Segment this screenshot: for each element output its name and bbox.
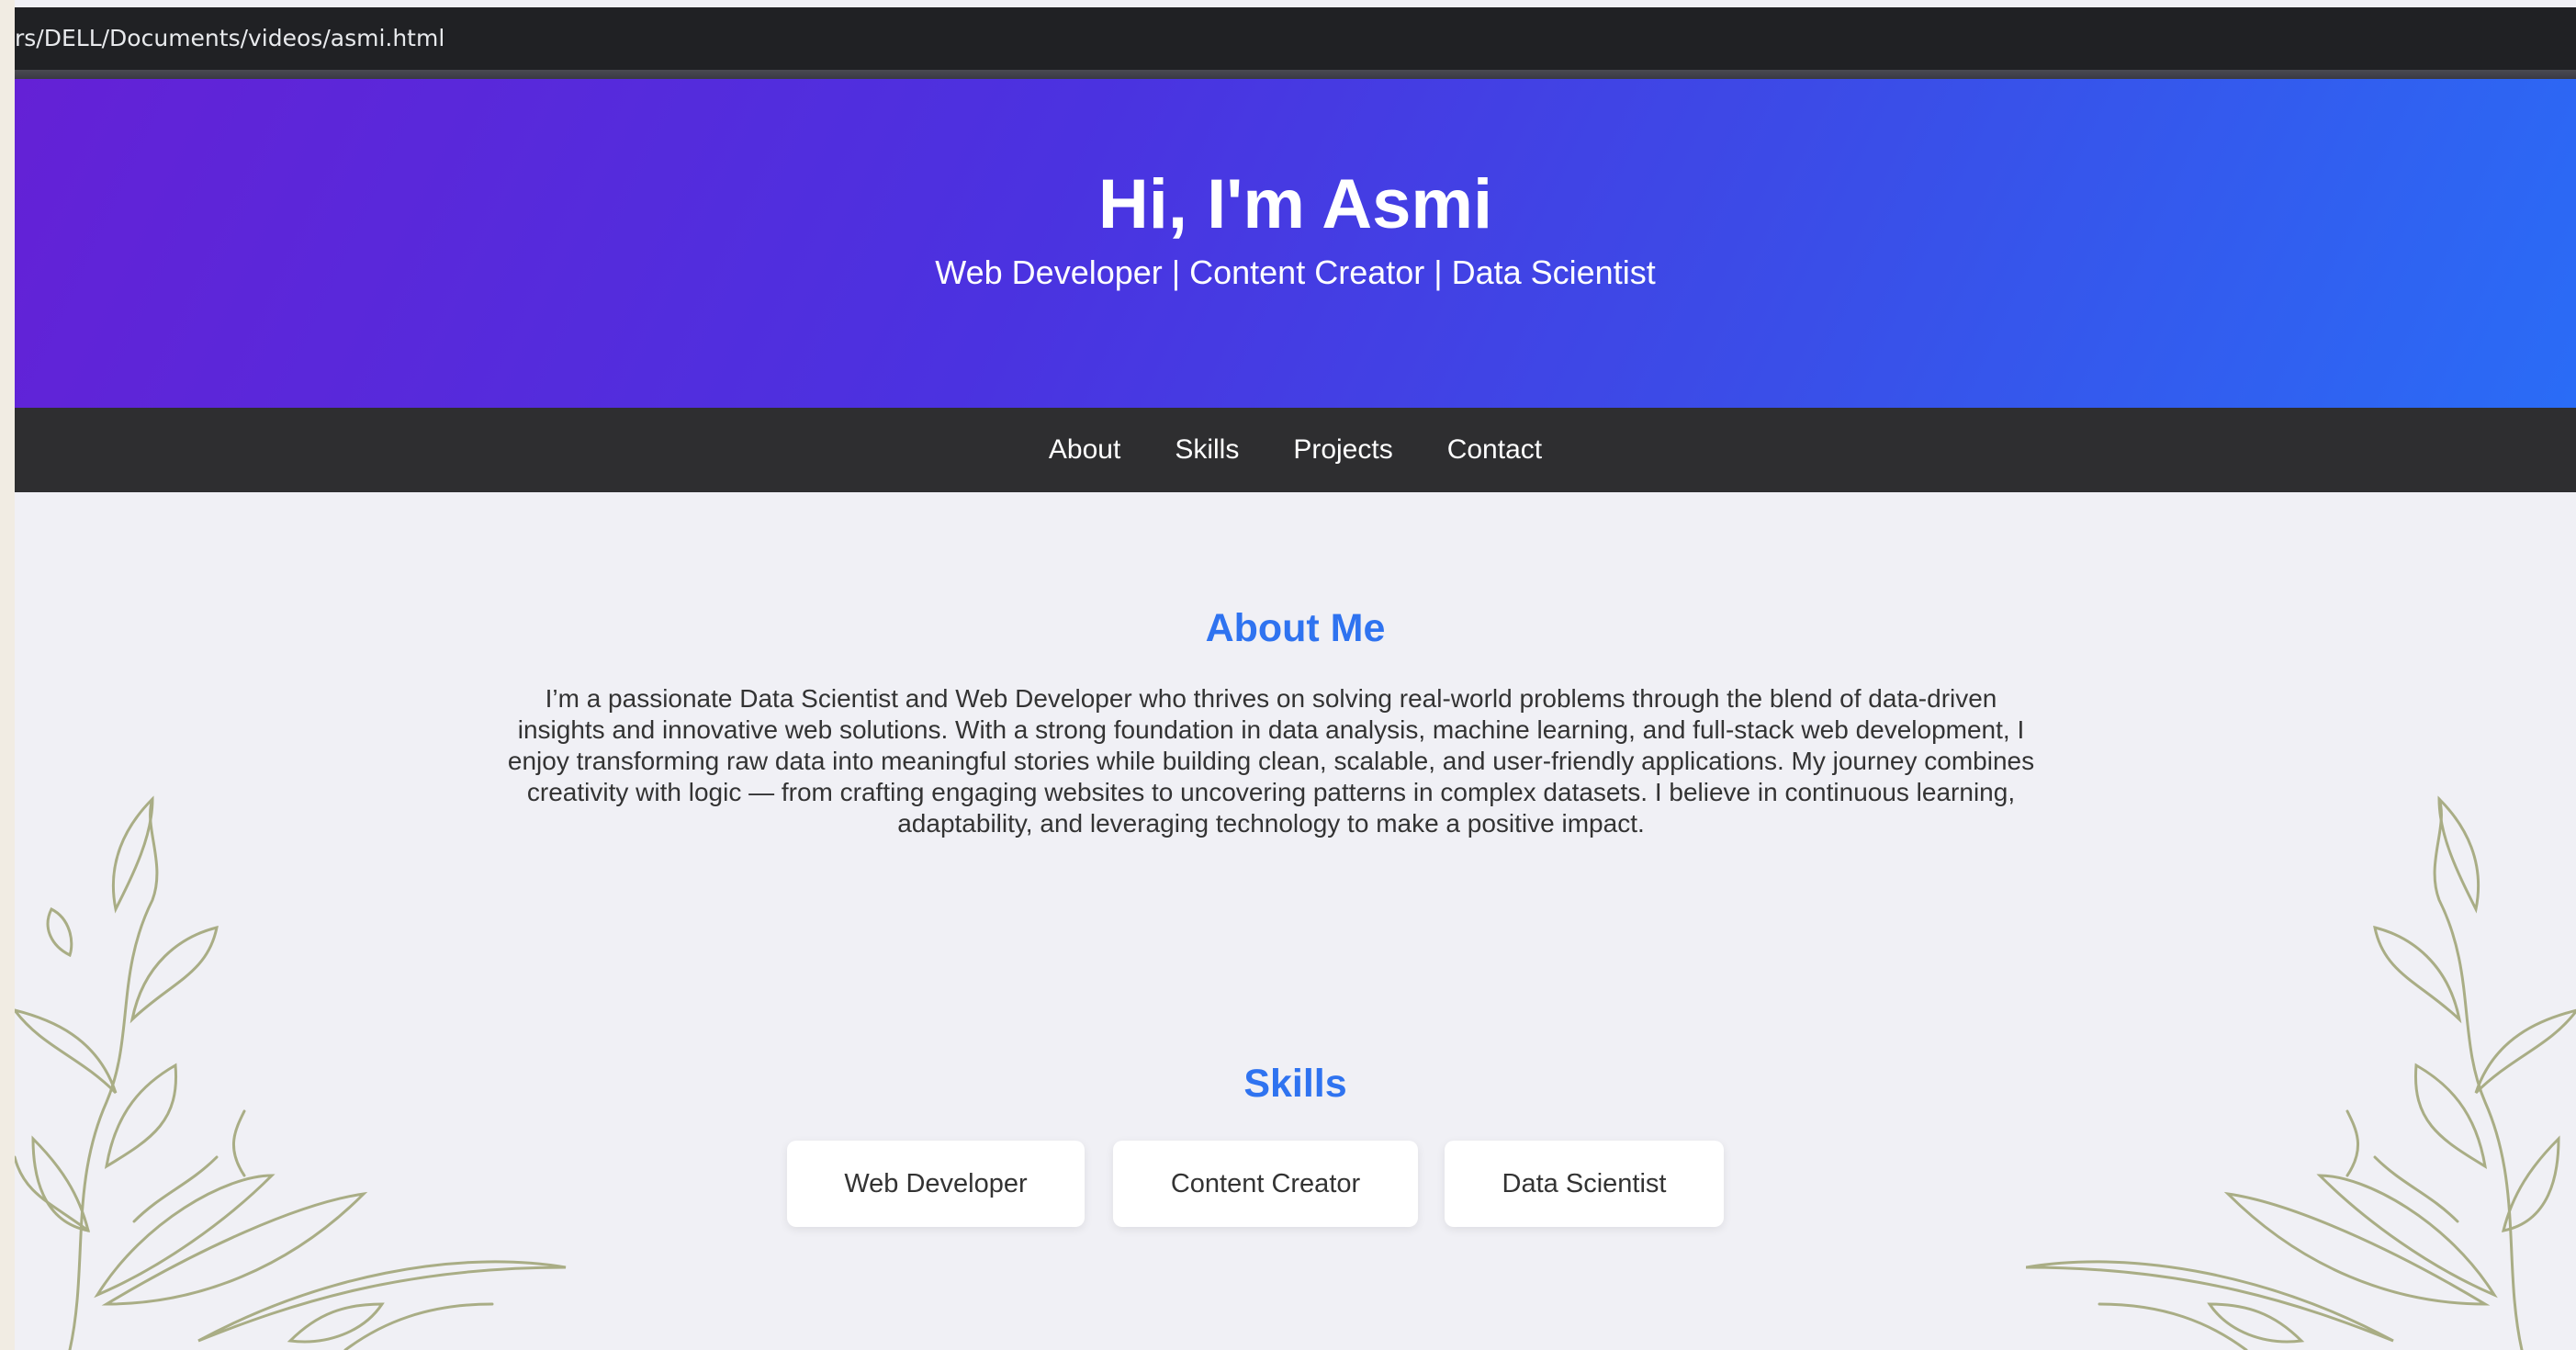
main-nav: About Skills Projects Contact [15, 408, 2576, 492]
skill-label: Data Scientist [1502, 1168, 1667, 1198]
nav-link-contact[interactable]: Contact [1447, 432, 1542, 468]
about-paragraph: I’m a passionate Data Scientist and Web … [507, 684, 2035, 838]
skill-card-content-creator: Content Creator [1113, 1141, 1418, 1227]
about-section-title: About Me [1205, 606, 1386, 650]
hero-title: Hi, I'm Asmi [1097, 165, 1493, 243]
browser-window: rs/DELL/Documents/videos/asmi.html Hi, I… [15, 0, 2576, 1350]
hero-header: Hi, I'm Asmi Web Developer | Content Cre… [15, 79, 2576, 408]
hero-subtitle: Web Developer | Content Creator | Data S… [935, 253, 1656, 291]
nav-link-projects[interactable]: Projects [1293, 432, 1392, 468]
skill-card-web-developer: Web Developer [787, 1141, 1085, 1227]
toolbar-divider [15, 70, 2576, 79]
nav-link-skills[interactable]: Skills [1175, 432, 1239, 468]
nav-link-about[interactable]: About [1049, 432, 1120, 468]
skills-section-title: Skills [1243, 1062, 1347, 1106]
skill-label: Content Creator [1170, 1168, 1361, 1198]
address-bar[interactable]: rs/DELL/Documents/videos/asmi.html [15, 7, 2576, 70]
skill-label: Web Developer [844, 1168, 1028, 1198]
url-text[interactable]: rs/DELL/Documents/videos/asmi.html [15, 20, 444, 57]
skill-card-data-scientist: Data Scientist [1445, 1141, 1724, 1227]
